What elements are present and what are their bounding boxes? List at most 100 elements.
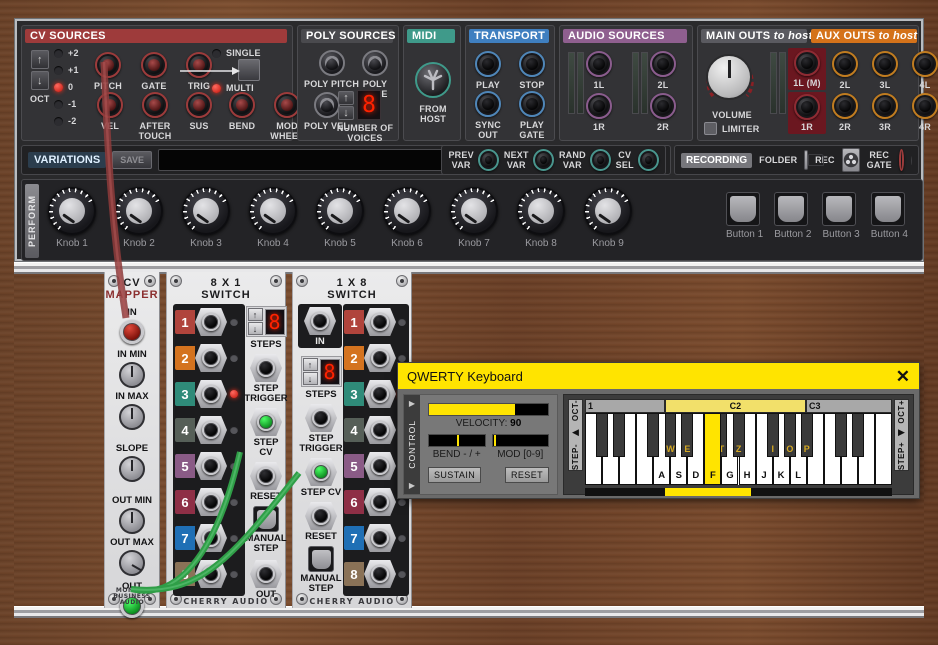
audio-1r-jack[interactable] [586, 93, 612, 119]
sw8x1-manual-step-button[interactable] [253, 506, 279, 532]
limiter-toggle[interactable]: LIMITER [704, 122, 759, 135]
out-min-knob[interactable] [119, 508, 145, 534]
perform-button-3[interactable]: Button 3 [822, 192, 860, 240]
jack-aux-3l[interactable]: 3L [872, 51, 898, 90]
velocity-slider[interactable] [428, 403, 549, 416]
voices-down-button[interactable]: ↓ [338, 105, 354, 120]
black-key[interactable]: O [783, 413, 796, 457]
sw8x1-step-cv-jack[interactable] [257, 413, 275, 431]
sw8x1-channel-7[interactable]: 7 [175, 524, 238, 552]
pitch-jack[interactable] [95, 52, 121, 78]
slope-knob[interactable] [119, 456, 145, 482]
sw8x1-channel-5[interactable]: 5 [175, 452, 238, 480]
perform-knob-7[interactable]: Knob 7 [450, 187, 498, 249]
bend-slider[interactable] [428, 434, 486, 447]
steps-stepper[interactable]: ↑ ↓ [247, 308, 263, 335]
channel-jack[interactable] [202, 313, 220, 331]
jack-gate[interactable]: GATE [141, 52, 167, 91]
sw8x1-channel-6[interactable]: 6 [175, 488, 238, 516]
folder-icon[interactable] [804, 150, 825, 170]
oct-down-button[interactable]: ↓ [30, 71, 49, 90]
perform-button-2[interactable]: Button 2 [774, 192, 811, 240]
channel-jack[interactable] [371, 349, 389, 367]
play-jack[interactable] [475, 51, 501, 77]
channel-jack[interactable] [202, 421, 220, 439]
perform-knob-1[interactable]: Knob 1 [48, 187, 96, 249]
oct-option[interactable]: +1 [54, 65, 79, 75]
bend-jack[interactable] [229, 92, 255, 118]
oct-option[interactable]: -1 [54, 99, 79, 109]
jack-play[interactable]: PLAY [472, 51, 504, 90]
steps-stepper[interactable]: ↑ ↓ [302, 358, 318, 385]
jack-aux-2l[interactable]: 2L [832, 51, 858, 90]
jack-aux-4l[interactable]: 4L [912, 51, 938, 90]
channel-jack[interactable] [202, 493, 220, 511]
sw8x1-channel-3[interactable]: 3 [175, 380, 238, 408]
sw1x8-reset-jack[interactable] [312, 507, 330, 525]
oct-minus-label[interactable]: OCT- [571, 400, 580, 421]
voices-up-button[interactable]: ↑ [338, 90, 354, 105]
audio-2r-jack[interactable] [650, 93, 676, 119]
steps-down-button[interactable]: ↓ [247, 322, 263, 335]
jack-bend[interactable]: BEND [226, 92, 258, 141]
vel-jack[interactable] [97, 92, 123, 118]
jack-main-1l[interactable]: 1L (M) [788, 48, 826, 90]
sw1x8-channel-8[interactable]: 8 [344, 560, 406, 588]
qwerty-titlebar[interactable]: QWERTY Keyboard ✕ [398, 363, 919, 389]
channel-jack[interactable] [202, 349, 220, 367]
sw1x8-channel-1[interactable]: 1 [344, 308, 406, 336]
oct-option[interactable]: +2 [54, 48, 79, 58]
triangle-right-icon[interactable]: ▶ [898, 427, 905, 438]
oct-led[interactable] [54, 116, 63, 126]
sw8x1-channel-1[interactable]: 1 [175, 308, 238, 336]
jack-aux-3r[interactable]: 3R [872, 93, 898, 132]
close-icon[interactable]: ✕ [896, 368, 910, 385]
sw8x1-channel-2[interactable]: 2 [175, 344, 238, 372]
sw8x1-step-trigger-jack[interactable] [257, 359, 275, 377]
perform-tab[interactable]: PERFORM [25, 184, 39, 258]
sus-jack[interactable] [186, 92, 212, 118]
black-key[interactable]: W [664, 413, 677, 457]
channel-jack[interactable] [371, 493, 389, 511]
black-key[interactable] [852, 413, 865, 457]
sync-out-jack[interactable] [475, 91, 501, 117]
oct-minus-step-minus-group[interactable]: OCT- ◀ STEP- [568, 399, 583, 471]
perform-knob-3[interactable]: Knob 3 [182, 187, 230, 249]
aftertouch-jack[interactable] [142, 92, 168, 118]
sw1x8-in-jack[interactable] [311, 312, 329, 330]
jack-aux-2r[interactable]: 2R [832, 93, 858, 132]
main-1l-jack[interactable] [794, 50, 820, 76]
white-key[interactable] [874, 413, 892, 485]
perform-knob-8[interactable]: Knob 8 [517, 187, 565, 249]
perform-knob-4[interactable]: Knob 4 [249, 187, 297, 249]
jack-1l[interactable]: 1L [586, 51, 612, 90]
jack-sus[interactable]: SUS [184, 92, 214, 141]
mode-single-option[interactable]: SINGLE [212, 48, 261, 58]
aux-4r-jack[interactable] [912, 93, 938, 119]
black-key[interactable] [613, 413, 626, 457]
volume-knob[interactable] [706, 54, 754, 100]
steps-up-button[interactable]: ↑ [247, 308, 263, 321]
audio-2l-jack[interactable] [650, 51, 676, 77]
stop-jack[interactable] [519, 51, 545, 77]
reset-button[interactable]: RESET [504, 467, 549, 483]
channel-jack[interactable] [371, 529, 389, 547]
keyboard-scrollbar-thumb[interactable] [664, 488, 751, 496]
poly-gate-jack[interactable] [362, 50, 388, 76]
oct-led[interactable] [54, 65, 63, 75]
next-var-jack[interactable] [533, 149, 555, 171]
jack-vel[interactable]: VEL [94, 92, 126, 141]
single-led[interactable] [212, 48, 221, 58]
selected-key-overlay[interactable]: F [704, 413, 722, 485]
perform-button-4[interactable]: Button 4 [870, 192, 908, 240]
aux-3r-jack[interactable] [872, 93, 898, 119]
perform-knob-2[interactable]: Knob 2 [115, 187, 163, 249]
play-gate-jack[interactable] [519, 91, 545, 117]
perform-button-1[interactable]: Button 1 [725, 192, 763, 240]
triangle-left-icon[interactable]: ◀ [572, 427, 579, 438]
steps-down-button[interactable]: ↓ [302, 372, 318, 385]
rec-gate-jack[interactable] [898, 149, 905, 171]
variations-save-button[interactable]: SAVE [112, 151, 153, 169]
limiter-checkbox[interactable] [704, 122, 717, 135]
poly-vel-jack[interactable] [313, 92, 340, 118]
